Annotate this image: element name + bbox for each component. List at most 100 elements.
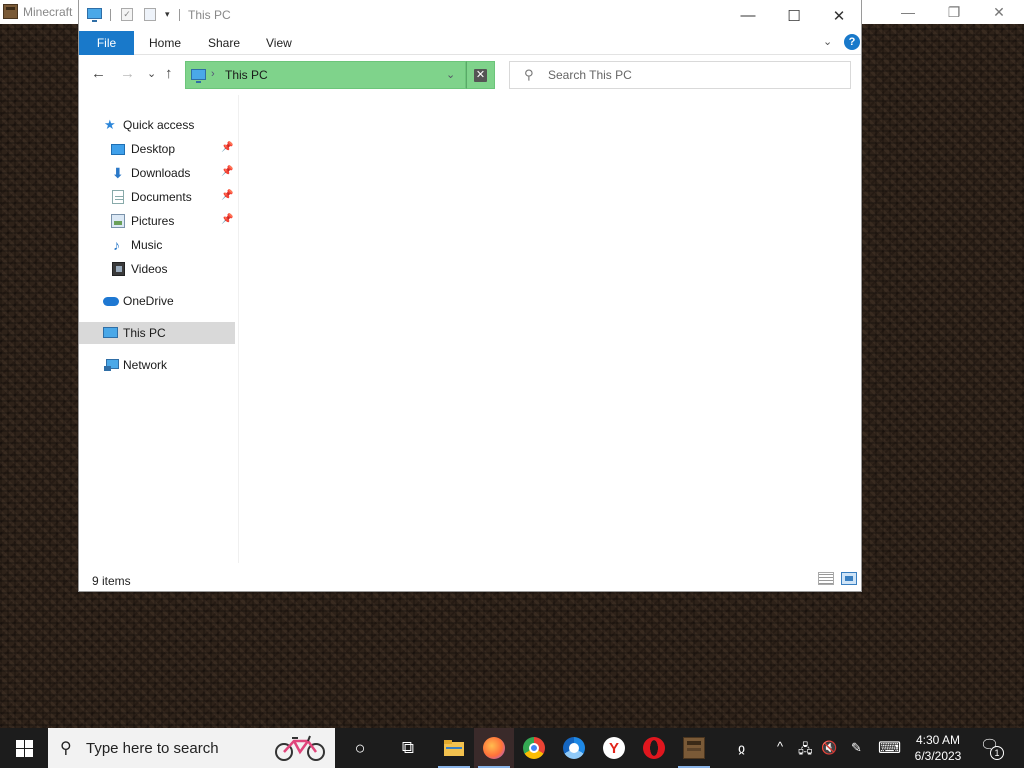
- clock-time: 4:30 AM: [915, 733, 961, 747]
- firefox-taskbar-button[interactable]: [474, 728, 514, 768]
- expand-ribbon-icon[interactable]: ⌄: [823, 35, 832, 48]
- tab-view[interactable]: View: [266, 36, 292, 50]
- volume-muted-icon[interactable]: 🔇: [821, 740, 837, 756]
- background-minimize-button[interactable]: —: [885, 0, 931, 24]
- clear-icon: ✕: [474, 68, 487, 82]
- tab-home[interactable]: Home: [149, 36, 181, 50]
- search-icon: ⚲: [60, 740, 72, 757]
- address-dropdown-icon[interactable]: ⌄: [446, 68, 455, 81]
- maximize-button[interactable]: ☐: [771, 0, 817, 31]
- sidebar-item-label: Pictures: [131, 214, 175, 228]
- firefox-icon: [483, 737, 505, 759]
- back-button[interactable]: ←: [91, 65, 106, 82]
- videos-icon: [112, 262, 125, 276]
- network-tray-icon[interactable]: 🖧: [798, 740, 813, 762]
- properties-quick-icon[interactable]: ✓: [121, 8, 133, 22]
- status-bar: 9 items: [79, 568, 861, 590]
- item-count: 9 items: [92, 574, 131, 588]
- yandex-icon: Y: [603, 737, 625, 759]
- sidebar-item-label: Desktop: [131, 142, 176, 156]
- address-clear-button[interactable]: ✕: [466, 61, 495, 89]
- taskbar-search-input[interactable]: [86, 739, 266, 757]
- people-icon[interactable]: ჲ: [738, 740, 745, 757]
- sidebar-item-label: OneDrive: [123, 294, 174, 308]
- minecraft-launcher-icon: [683, 737, 705, 759]
- chrome-taskbar-button[interactable]: [514, 728, 554, 768]
- recent-locations-button[interactable]: ⌄: [147, 67, 156, 80]
- touch-keyboard-icon[interactable]: ⌨: [878, 738, 901, 758]
- address-bar[interactable]: › This PC ⌄: [185, 61, 466, 89]
- up-button[interactable]: ↑: [165, 65, 173, 82]
- file-explorer-taskbar-button[interactable]: [434, 728, 474, 768]
- folder-icon: [444, 740, 464, 756]
- bicycle-icon: [275, 735, 325, 761]
- breadcrumb-separator[interactable]: ›: [211, 68, 215, 80]
- task-view-button[interactable]: ⧉: [388, 728, 428, 768]
- pin-icon[interactable]: 📌: [221, 142, 233, 153]
- breadcrumb-this-pc[interactable]: This PC: [225, 68, 268, 82]
- taskbar-search-box[interactable]: ⚲: [48, 728, 335, 768]
- sidebar-item-onedrive[interactable]: OneDrive: [79, 290, 235, 312]
- network-icon: [104, 359, 119, 371]
- navigation-bar: ← → ⌄ ↑ › This PC ⌄ ✕ ⚲: [79, 55, 861, 95]
- background-window-title: Minecraft: [23, 5, 73, 19]
- tab-share[interactable]: Share: [208, 36, 240, 50]
- forward-button[interactable]: →: [120, 65, 135, 82]
- downloads-icon: ⬇: [112, 165, 124, 181]
- title-separator: [179, 9, 180, 21]
- action-center-button[interactable]: 🗨 1: [980, 736, 1004, 760]
- sidebar-item-label: Downloads: [131, 166, 191, 180]
- show-hidden-icons-chevron-icon[interactable]: ^: [777, 739, 783, 754]
- onedrive-cloud-icon: [103, 297, 119, 306]
- file-list-area[interactable]: [240, 95, 861, 563]
- sidebar-item-network[interactable]: Network: [79, 354, 235, 376]
- details-view-icon[interactable]: [818, 572, 834, 585]
- background-close-button[interactable]: ✕: [976, 0, 1022, 24]
- yandex-taskbar-button[interactable]: Y: [594, 728, 634, 768]
- cortana-button[interactable]: ○: [340, 728, 380, 768]
- pin-icon[interactable]: 📌: [221, 190, 233, 201]
- ribbon-tabs: File Home Share View ⌄ ?: [79, 31, 861, 55]
- sidebar-item-pictures[interactable]: Pictures 📌: [79, 210, 235, 232]
- documents-icon: [112, 190, 124, 204]
- tab-file[interactable]: File: [79, 31, 134, 55]
- clock-date: 6/3/2023: [914, 749, 962, 763]
- customize-toolbar-dropdown-icon[interactable]: ▾: [165, 9, 170, 23]
- background-restore-button[interactable]: ❐: [931, 0, 977, 24]
- sidebar-item-label: This PC: [123, 326, 166, 340]
- sidebar-item-label: Documents: [131, 190, 192, 204]
- sidebar-item-this-pc[interactable]: This PC: [79, 322, 235, 344]
- large-icons-view-icon[interactable]: [841, 572, 857, 585]
- minimize-button[interactable]: —: [725, 0, 771, 31]
- pen-workspace-icon[interactable]: ✎: [851, 740, 862, 756]
- sidebar-item-documents[interactable]: Documents 📌: [79, 186, 235, 208]
- sidebar-item-downloads[interactable]: ⬇ Downloads 📌: [79, 162, 235, 184]
- search-input[interactable]: [548, 66, 838, 84]
- start-button[interactable]: [4, 728, 44, 768]
- pin-icon[interactable]: 📌: [221, 214, 233, 225]
- sidebar-item-quick-access[interactable]: ★ Quick access: [79, 114, 235, 136]
- opera-taskbar-button[interactable]: [634, 728, 674, 768]
- file-explorer-window: ✓ ▾ This PC — ☐ ✕ File Home Share View ⌄…: [78, 0, 862, 592]
- sidebar-item-desktop[interactable]: Desktop 📌: [79, 138, 235, 160]
- sidebar-item-music[interactable]: ♪ Music: [79, 234, 235, 256]
- help-icon[interactable]: ?: [844, 34, 860, 50]
- minecraft-taskbar-button[interactable]: [674, 728, 714, 768]
- pictures-icon: [111, 214, 125, 228]
- star-icon: ★: [104, 117, 116, 132]
- chromium-taskbar-button[interactable]: [554, 728, 594, 768]
- search-box[interactable]: ⚲: [509, 61, 851, 89]
- new-folder-quick-icon[interactable]: [144, 8, 156, 22]
- sidebar-item-label: Network: [123, 358, 168, 372]
- music-icon: ♪: [113, 237, 120, 253]
- sidebar-item-videos[interactable]: Videos: [79, 258, 235, 280]
- navigation-pane: ★ Quick access Desktop 📌 ⬇ Downloads 📌 D…: [79, 95, 239, 563]
- this-pc-title-icon[interactable]: [87, 8, 102, 22]
- clock[interactable]: 4:30 AM 6/3/2023: [906, 732, 970, 764]
- close-button[interactable]: ✕: [816, 0, 862, 31]
- explorer-titlebar[interactable]: ✓ ▾ This PC — ☐ ✕: [79, 0, 861, 31]
- pin-icon[interactable]: 📌: [221, 166, 233, 177]
- opera-icon: [643, 737, 665, 759]
- sidebar-item-label: Music: [131, 238, 163, 252]
- notification-count-badge: 1: [990, 746, 1004, 760]
